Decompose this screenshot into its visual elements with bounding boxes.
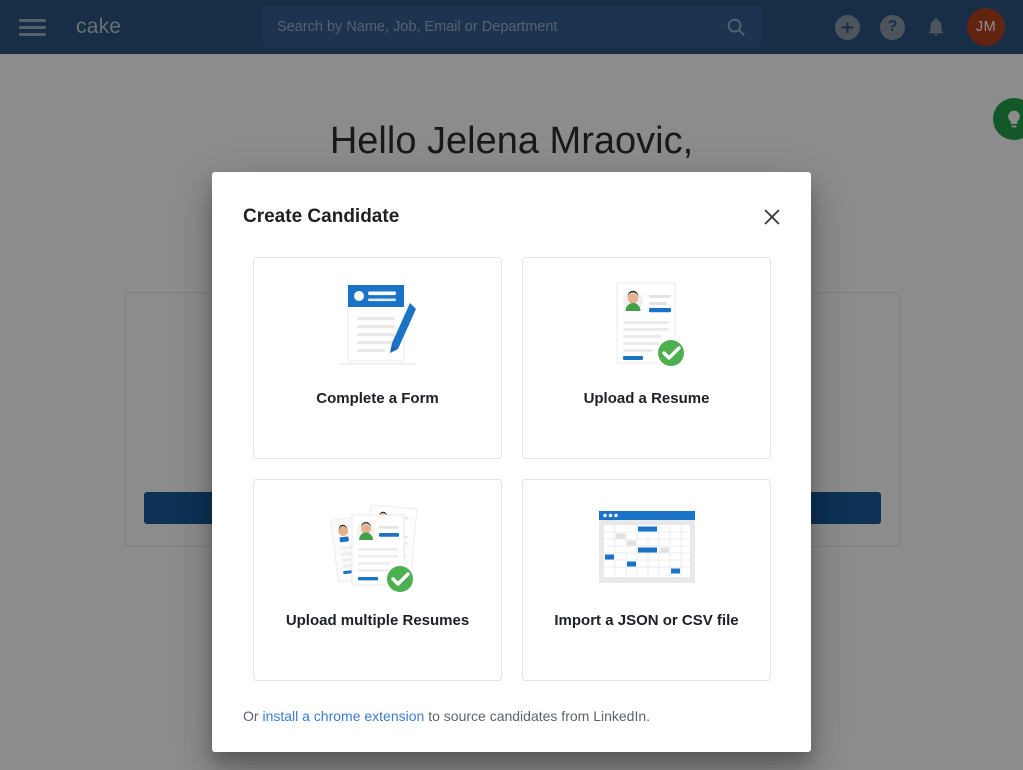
multiple-resumes-check-icon [254,488,501,606]
multiple-resumes-illustration [329,504,417,594]
modal-title: Create Candidate [243,206,400,227]
resume-check-illustration [616,282,686,368]
close-icon[interactable] [761,206,783,228]
chrome-extension-footnote: Or install a chrome extension to source … [243,708,650,724]
tile-upload-a-resume[interactable]: Upload a Resume [522,257,771,459]
tile-import-json-or-csv[interactable]: Import a JSON or CSV file [522,479,771,681]
install-chrome-extension-link[interactable]: install a chrome extension [262,708,424,724]
footnote-suffix: to source candidates from LinkedIn. [424,708,651,724]
tile-upload-multiple-resumes[interactable]: Upload multiple Resumes [253,479,502,681]
tile-upload-multiple-resumes-label: Upload multiple Resumes [285,612,470,629]
spreadsheet-illustration [598,511,695,583]
footnote-prefix: Or [243,708,263,724]
form-pen-illustration [339,284,416,365]
create-candidate-modal: Create Candidate Complete a Form Upload … [212,172,811,752]
tile-import-json-or-csv-label: Import a JSON or CSV file [554,612,739,629]
creation-method-tiles: Complete a Form Upload a Resume Upload m… [253,257,771,681]
tile-complete-a-form[interactable]: Complete a Form [253,257,502,459]
tile-complete-a-form-label: Complete a Form [316,390,439,407]
resume-document-check-icon [523,266,770,384]
tile-upload-a-resume-label: Upload a Resume [583,390,710,407]
spreadsheet-window-icon [523,488,770,606]
form-document-pen-icon [254,266,501,384]
